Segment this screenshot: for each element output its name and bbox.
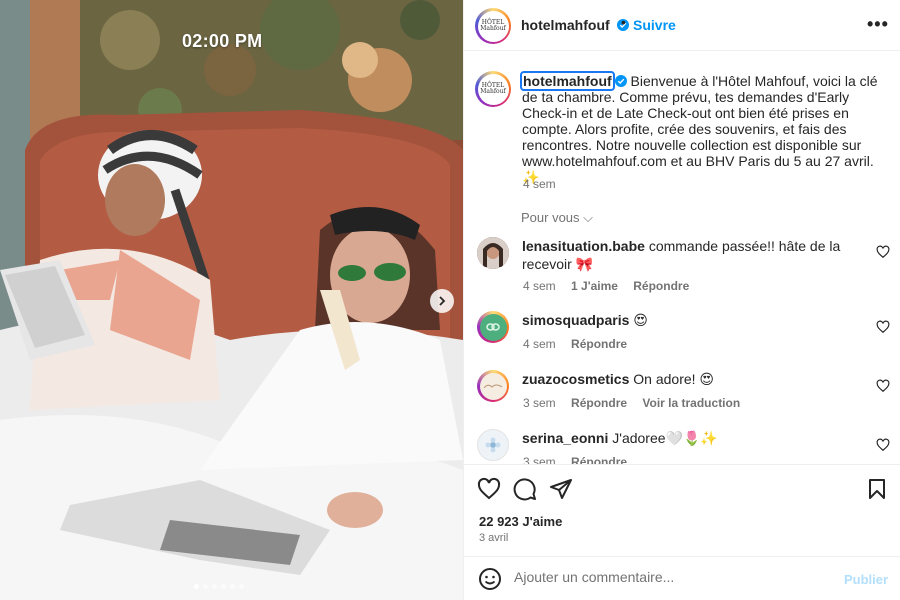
commenter-username[interactable]: lenasituation.babe xyxy=(522,238,645,254)
publish-button[interactable]: Publier xyxy=(844,572,888,587)
post-photo[interactable]: 02:00 PM xyxy=(0,0,463,600)
comment-input[interactable] xyxy=(514,569,824,585)
brand-logo-icon xyxy=(483,384,503,389)
avatar-photo-icon xyxy=(477,237,509,269)
post-caption: hotelmahfouf Bienvenue à l'Hôtel Mahfouf… xyxy=(520,71,890,185)
commenter-username[interactable]: zuazocosmetics xyxy=(522,371,629,387)
comment-text-block: simosquadparis 😍 xyxy=(522,311,862,329)
avatar[interactable]: HÔTEL Mahfouf xyxy=(475,8,511,44)
carousel-indicator xyxy=(194,584,244,589)
commenter-username[interactable]: simosquadparis xyxy=(522,312,629,328)
see-translation-button[interactable]: Voir la traduction xyxy=(642,396,740,410)
comment-composer: Publier xyxy=(464,556,900,600)
link-icon xyxy=(486,323,500,331)
carousel-dot xyxy=(239,584,244,589)
commenter-avatar[interactable] xyxy=(477,370,509,402)
comment-body: J'adoree🤍🌷✨ xyxy=(612,430,718,446)
comment-meta: 4 sem 1 J'aime Répondre xyxy=(523,279,689,293)
author-username[interactable]: hotelmahfouf xyxy=(521,17,610,33)
comment-time: 3 sem xyxy=(523,396,556,410)
comment-body: On adore! 😍 xyxy=(633,371,715,387)
avatar-inner xyxy=(479,372,507,400)
avatar-logo: HÔTEL Mahfouf xyxy=(477,73,509,105)
comment-time: 4 sem xyxy=(523,279,556,293)
likes-count[interactable]: 22 923 J'aime xyxy=(479,514,562,529)
post-side-panel: HÔTEL Mahfouf hotelmahfouf • Suivre ••• … xyxy=(463,0,900,600)
comment-meta: 3 sem Répondre xyxy=(523,455,627,464)
follow-button[interactable]: Suivre xyxy=(633,17,676,33)
post-actions: 22 923 J'aime 3 avril xyxy=(464,464,900,554)
commenter-avatar[interactable] xyxy=(477,237,509,269)
like-comment-icon[interactable] xyxy=(876,320,890,334)
comment-text-block: serina_eonni J'adoree🤍🌷✨ xyxy=(522,429,862,447)
verified-badge-icon xyxy=(614,75,627,87)
like-comment-icon[interactable] xyxy=(876,245,890,259)
post-date[interactable]: 3 avril xyxy=(479,532,508,544)
comment-likes[interactable]: 1 J'aime xyxy=(571,279,618,293)
reply-button[interactable]: Répondre xyxy=(633,279,689,293)
caption-text: Bienvenue à l'Hôtel Mahfouf, voici la cl… xyxy=(522,73,878,185)
chevron-right-icon xyxy=(439,296,446,306)
flower-icon xyxy=(485,437,501,453)
reply-button[interactable]: Répondre xyxy=(571,396,627,410)
post-image xyxy=(0,0,463,600)
post-author-name[interactable]: hotelmahfouf xyxy=(521,17,629,33)
carousel-dot xyxy=(230,584,235,589)
commenter-avatar[interactable] xyxy=(477,311,509,343)
comment-meta: 4 sem Répondre xyxy=(523,337,627,351)
carousel-next-button[interactable] xyxy=(430,289,454,313)
comments-section[interactable]: HÔTEL Mahfouf hotelmahfouf Bienvenue à l… xyxy=(464,51,900,464)
comment-text-block: lenasituation.babe commande passée!! hât… xyxy=(522,237,862,273)
post-header: HÔTEL Mahfouf hotelmahfouf • Suivre ••• xyxy=(464,0,900,51)
reply-button[interactable]: Répondre xyxy=(571,337,627,351)
commenter-username[interactable]: serina_eonni xyxy=(522,430,608,446)
more-options-icon[interactable]: ••• xyxy=(867,14,889,35)
carousel-dot xyxy=(203,584,208,589)
avatar-inner xyxy=(479,313,507,341)
header-separator: • xyxy=(621,14,626,30)
comment-text-block: zuazocosmetics On adore! 😍 xyxy=(522,370,862,388)
caption-username[interactable]: hotelmahfouf xyxy=(520,71,615,91)
comment-time: 3 sem xyxy=(523,455,556,464)
comment-time: 4 sem xyxy=(523,337,556,351)
reply-button[interactable]: Répondre xyxy=(571,455,627,464)
commenter-avatar[interactable] xyxy=(477,429,509,461)
heart-icon[interactable] xyxy=(477,477,501,501)
comment-body: 😍 xyxy=(633,312,648,328)
comment-icon[interactable] xyxy=(513,477,537,501)
timestamp-overlay: 02:00 PM xyxy=(182,31,263,51)
carousel-dot xyxy=(194,584,199,589)
like-comment-icon[interactable] xyxy=(876,379,890,393)
carousel-dot xyxy=(221,584,226,589)
share-icon[interactable] xyxy=(549,477,573,501)
carousel-dot xyxy=(212,584,217,589)
like-comment-icon[interactable] xyxy=(876,438,890,452)
emoji-icon[interactable] xyxy=(478,567,502,591)
avatar-logo: HÔTEL Mahfouf xyxy=(477,10,509,42)
avatar[interactable]: HÔTEL Mahfouf xyxy=(475,71,511,107)
comment-sort-dropdown[interactable]: Pour vous ⌵ xyxy=(521,210,593,226)
caption-time: 4 sem xyxy=(523,177,556,191)
comment-meta: 3 sem Répondre Voir la traduction xyxy=(523,396,740,410)
bookmark-icon[interactable] xyxy=(865,477,889,501)
